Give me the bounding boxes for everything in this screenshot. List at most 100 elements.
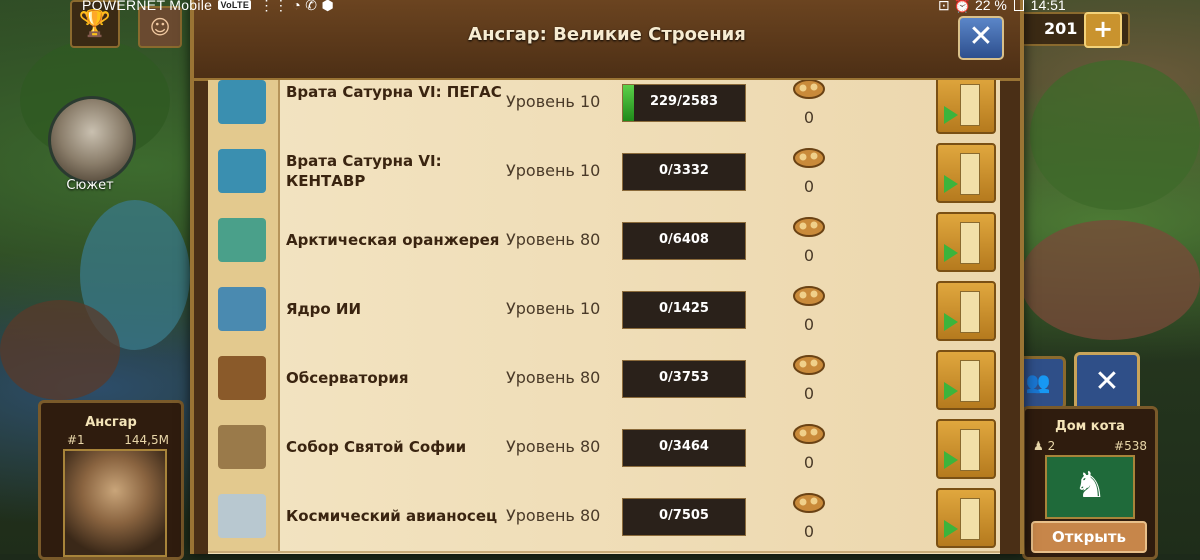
close-panel-button[interactable]: ✕ (1074, 352, 1140, 414)
building-image (218, 80, 266, 124)
modal-title: Ансгар: Великие Строения (468, 24, 746, 45)
tower-icon (960, 222, 980, 264)
building-image (218, 149, 266, 193)
building-thumbnail (208, 482, 280, 551)
forge-points-icon (793, 286, 825, 306)
close-button[interactable]: ✕ (958, 16, 1004, 60)
arrow-icon (944, 451, 958, 469)
forge-points-value: 0 (803, 108, 815, 127)
building-thumbnail (208, 413, 280, 482)
progress-bar: 0/7505 (622, 498, 746, 536)
progress-text: 0/3332 (659, 163, 709, 178)
carrier-label: POWERNET Mobile VoLTE ⋮⋮ ◔ ✆ ⬢ (82, 0, 334, 14)
building-name: Врата Сатурна VI: КЕНТАВР (286, 152, 442, 190)
building-row[interactable]: Ядро ИИ Уровень 10 0/1425 0 (208, 275, 1000, 346)
tower-icon (960, 429, 980, 471)
building-name: Собор Святой Софии (286, 438, 467, 456)
player-card[interactable]: Ансгар #1 144,5M (38, 400, 184, 560)
building-level: Уровень 10 (506, 161, 601, 180)
arrow-icon (944, 106, 958, 124)
progress-text: 0/3464 (659, 439, 709, 454)
tower-icon (960, 84, 980, 126)
guild-rank: #538 (1114, 439, 1147, 453)
clock: 14:51 (1030, 0, 1066, 13)
open-building-button[interactable] (936, 80, 996, 134)
building-name: Обсерватория (286, 369, 409, 387)
building-image (218, 425, 266, 469)
guild-members: ♟ 2 (1033, 439, 1055, 453)
arrow-icon (944, 175, 958, 193)
nfc-icon: ⊡ (938, 0, 950, 13)
open-building-button[interactable] (936, 488, 996, 548)
building-row[interactable]: Врата Сатурна VI: КЕНТАВР Уровень 10 0/3… (208, 137, 1000, 208)
forest-decoration-right (1030, 60, 1200, 210)
arrow-icon (944, 313, 958, 331)
city-decoration (0, 300, 120, 400)
forge-points-value: 0 (803, 453, 815, 472)
building-level: Уровень 10 (506, 92, 601, 111)
building-thumbnail (208, 275, 280, 344)
tower-icon (960, 291, 980, 333)
progress-bar: 229/2583 (622, 84, 746, 122)
guild-members-count: 2 (1047, 439, 1056, 453)
members-icon: ♟ (1033, 439, 1044, 453)
progress-bar: 0/3464 (622, 429, 746, 467)
arrow-icon (944, 244, 958, 262)
guild-name: Дом кота (1055, 419, 1125, 434)
building-level: Уровень 10 (506, 299, 601, 318)
progress-text: 0/6408 (659, 232, 709, 247)
building-image (218, 494, 266, 538)
great-buildings-list[interactable]: Врата Сатурна VI: ПЕГАС Уровень 10 229/2… (208, 80, 1000, 554)
building-row[interactable]: Арктическая оранжерея Уровень 80 0/6408 … (208, 206, 1000, 277)
forge-points-value: 0 (803, 384, 815, 403)
progress-bar: 0/6408 (622, 222, 746, 260)
forge-points-icon (793, 148, 825, 168)
building-row[interactable]: Обсерватория Уровень 80 0/3753 0 (208, 344, 1000, 415)
player-score: 144,5M (124, 433, 169, 447)
forge-points-icon (793, 217, 825, 237)
forge-points-icon (793, 355, 825, 375)
forge-points-icon (793, 80, 825, 99)
open-building-button[interactable] (936, 350, 996, 410)
forge-points-value: 0 (803, 315, 815, 334)
carrier-name: POWERNET Mobile (82, 0, 213, 13)
progress-bar: 0/3332 (622, 153, 746, 191)
open-guild-button[interactable]: Открыть (1031, 521, 1147, 553)
open-building-button[interactable] (936, 212, 996, 272)
arrow-icon (944, 520, 958, 538)
building-row[interactable]: Космический авианосец Уровень 80 0/7505 … (208, 482, 1000, 553)
add-coins-button[interactable]: + (1084, 12, 1122, 48)
building-row[interactable]: Собор Святой Софии Уровень 80 0/3464 0 (208, 413, 1000, 484)
open-building-button[interactable] (936, 419, 996, 479)
building-image (218, 287, 266, 331)
progress-bar: 0/1425 (622, 291, 746, 329)
player-rank: #1 (67, 433, 85, 447)
guild-emblem-icon: ♞ (1045, 455, 1135, 519)
tower-icon (960, 153, 980, 195)
coins-value: 201 (1044, 19, 1078, 38)
building-thumbnail (208, 80, 280, 137)
tower-icon (960, 360, 980, 402)
progress-text: 229/2583 (649, 94, 719, 109)
forge-points-value: 0 (803, 522, 815, 541)
story-advisor-avatar[interactable] (48, 96, 136, 184)
open-building-button[interactable] (936, 281, 996, 341)
alarm-icon: ⏰ (953, 0, 972, 13)
progress-bar: 0/3753 (622, 360, 746, 398)
building-name: Космический авианосец (286, 507, 498, 525)
open-building-button[interactable] (936, 143, 996, 203)
forge-points-icon (793, 424, 825, 444)
building-level: Уровень 80 (506, 368, 601, 387)
building-name: Ядро ИИ (286, 300, 362, 318)
progress-text: 0/3753 (659, 370, 709, 385)
arrow-icon (944, 382, 958, 400)
forge-points-icon (793, 493, 825, 513)
progress-text: 0/1425 (659, 301, 709, 316)
building-row[interactable]: Врата Сатурна VI: ПЕГАС Уровень 10 229/2… (208, 80, 1000, 139)
building-name: Арктическая оранжерея (286, 231, 500, 249)
building-level: Уровень 80 (506, 506, 601, 525)
forge-points-value: 0 (803, 177, 815, 196)
battery-percent: 22 % (974, 0, 1007, 13)
building-name: Врата Сатурна VI: ПЕГАС (286, 83, 502, 101)
player-name: Ансгар (85, 415, 137, 430)
